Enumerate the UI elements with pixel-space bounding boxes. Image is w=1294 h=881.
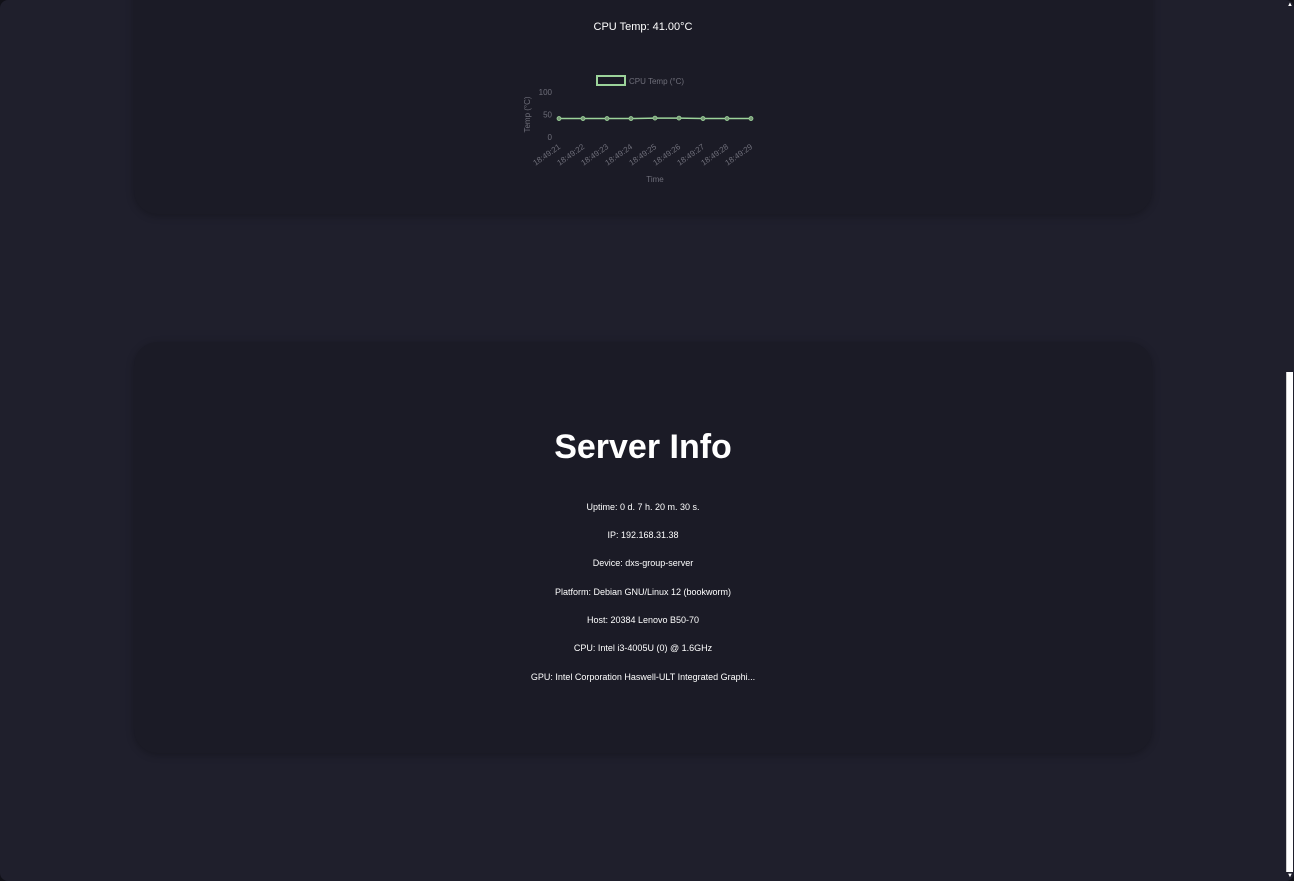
data-point — [652, 115, 658, 121]
y-axis-title: Temp (°C) — [523, 96, 532, 132]
cpu-temp-chart: CPU Temp (°C)050100Temp (°C)18:49:2118:4… — [523, 75, 755, 184]
scrollbar-thumb[interactable] — [1286, 372, 1293, 872]
data-point — [580, 116, 586, 121]
cpu-temp-card: CPU Temp: 41.00°C CPU Temp (°C) 0 50 100 Tem… — [134, 0, 1152, 214]
server-info-card: Server Info Uptime: 0 d. 7 h. 20 m. 30 s… — [134, 342, 1152, 753]
scroll-down-icon[interactable]: ▼ — [1287, 872, 1293, 880]
host-text: Host: 20384 Lenovo B50-70 — [586, 615, 700, 625]
cpu-temp-label: CPU Temp: 41.00°C — [593, 21, 693, 33]
data-point — [604, 116, 610, 121]
data-point — [556, 116, 562, 121]
data-point — [748, 116, 754, 121]
scroll-up-icon[interactable]: ▲ — [1287, 1, 1293, 9]
device-text: Device: dxs-group-server — [592, 558, 694, 568]
app-window: CPU Temp: 41.00°C CPU Temp (°C) 0 50 100 Tem… — [0, 0, 1294, 881]
y-tick-label: 100 — [539, 88, 553, 97]
platform-text: Platform: Debian GNU/Linux 12 (bookworm) — [554, 587, 732, 597]
x-tick-label: 18:49:29 — [723, 142, 754, 168]
data-point — [676, 115, 682, 121]
server-info-title: Server Info — [554, 428, 732, 466]
ip-text: IP: 192.168.31.38 — [607, 530, 679, 540]
uptime-text: Uptime: 0 d. 7 h. 20 m. 30 s. — [586, 502, 700, 512]
legend-label: CPU Temp (°C) — [629, 77, 684, 86]
data-point — [628, 116, 634, 121]
vertical-scrollbar[interactable]: ▲ ▼ — [1286, 0, 1294, 881]
cpu-text: CPU: Intel i3-4005U (0) @ 1.6GHz — [573, 643, 713, 653]
data-point — [700, 116, 706, 121]
x-axis-title: Time — [646, 175, 664, 184]
y-tick-label: 50 — [543, 111, 552, 120]
data-point — [724, 116, 730, 121]
legend-swatch — [596, 75, 626, 86]
y-tick-label: 0 — [548, 133, 553, 142]
gpu-text: GPU: Intel Corporation Haswell-ULT Integ… — [530, 672, 756, 682]
